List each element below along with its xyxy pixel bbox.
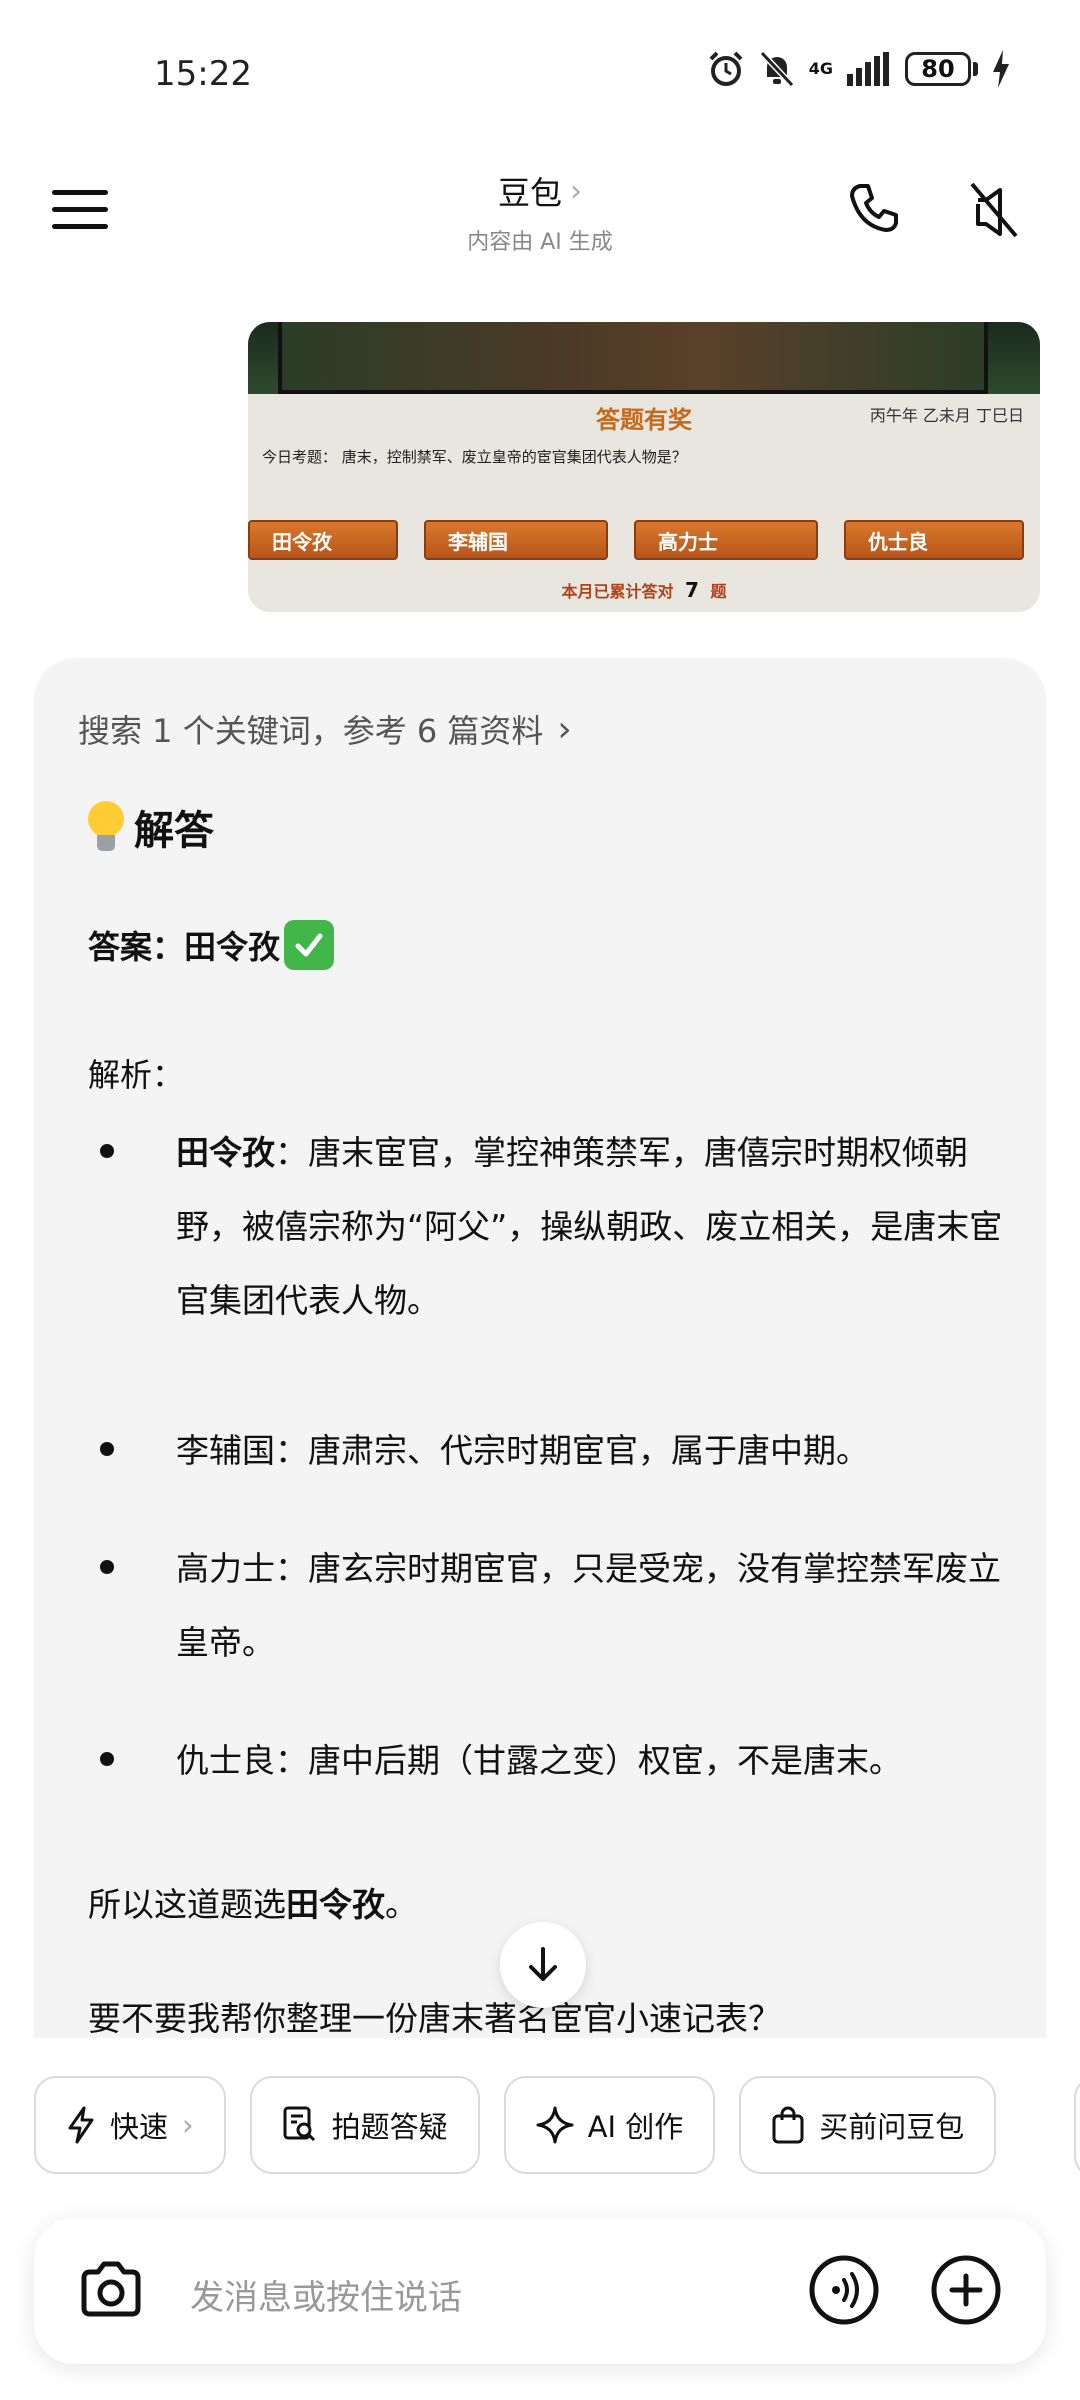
quick-actions: 快速 › 拍题答疑 AI 创作 买前问豆包 bbox=[34, 2076, 997, 2174]
plus-icon bbox=[931, 2255, 1001, 2325]
answer-line: 答案：田令孜 bbox=[88, 920, 335, 970]
status-time: 15:22 bbox=[154, 54, 252, 94]
quiz-date: 丙午年 乙未月 丁巳日 bbox=[869, 406, 1024, 425]
answer-card: 搜索 1 个关键词，参考 6 篇资料 › 解答 答案：田令孜 解析： 田令孜：唐… bbox=[34, 658, 1046, 2038]
followup-question: 要不要我帮你整理一份唐末著名宦官小速记表？ bbox=[88, 1999, 781, 2038]
scroll-to-bottom-button[interactable] bbox=[500, 1922, 586, 2008]
chip-fast-mode[interactable]: 快速 › bbox=[34, 2076, 226, 2174]
list-item: 田令孜：唐末宦官，掌控神策禁军，唐僖宗时期权倾朝野，被僖宗称为“阿父”，操纵朝政… bbox=[88, 1116, 1028, 1338]
list-item: 李辅国：唐肃宗、代宗时期宦官，属于唐中期。 bbox=[88, 1414, 1028, 1488]
chat-title: 豆包 bbox=[497, 174, 562, 212]
battery-icon: 80 bbox=[905, 52, 978, 86]
voice-call-button[interactable] bbox=[808, 2254, 880, 2330]
chip-ask-before-buy[interactable]: 买前问豆包 bbox=[739, 2076, 997, 2174]
shopping-bag-icon bbox=[772, 2106, 804, 2144]
answer-heading: 解答 bbox=[88, 798, 214, 856]
sparkle-icon bbox=[536, 2106, 574, 2144]
quiz-count: 本月已累计答对 7 题 bbox=[561, 578, 727, 602]
camera-icon bbox=[81, 2261, 141, 2317]
network-type: 4G bbox=[808, 59, 833, 78]
lightning-icon bbox=[68, 2106, 94, 2144]
light-bulb-icon bbox=[88, 801, 124, 853]
quiz-question: 今日考题： 唐末，控制禁军、废立皇帝的宦官集团代表人物是？ bbox=[262, 448, 687, 466]
message-input-bar[interactable]: 发消息或按住说话 bbox=[34, 2218, 1046, 2364]
message-input[interactable]: 发消息或按住说话 bbox=[190, 2270, 462, 2319]
photo-message[interactable]: 答题有奖 丙午年 乙未月 丁巳日 今日考题： 唐末，控制禁军、废立皇帝的宦官集团… bbox=[248, 322, 1040, 612]
list-item: 高力士：唐玄宗时期宦官，只是受宠，没有掌控禁军废立皇帝。 bbox=[88, 1532, 1028, 1680]
conclusion: 所以这道题选田令孜。 bbox=[88, 1885, 418, 1924]
call-button[interactable] bbox=[846, 180, 902, 240]
chat-title-area[interactable]: 豆包 › 内容由 AI 生成 bbox=[0, 168, 1080, 256]
camera-button[interactable] bbox=[76, 2256, 146, 2330]
voice-wave-icon bbox=[809, 2255, 879, 2325]
quiz-option: 田令孜 bbox=[248, 520, 398, 560]
quiz-option: 高力士 bbox=[634, 520, 818, 560]
check-mark-icon bbox=[284, 920, 335, 970]
chip-ai-create[interactable]: AI 创作 bbox=[503, 2076, 716, 2174]
analysis-label: 解析： bbox=[88, 1056, 185, 1094]
chip-overflow[interactable] bbox=[1074, 2076, 1080, 2178]
bell-muted-icon bbox=[759, 50, 794, 88]
speaker-mute-button[interactable] bbox=[966, 180, 1022, 244]
battery-level: 80 bbox=[905, 52, 971, 86]
chip-photo-question[interactable]: 拍题答疑 bbox=[249, 2076, 480, 2174]
status-icons: 4G 80 bbox=[707, 50, 1010, 88]
chevron-right-icon: › bbox=[557, 708, 572, 750]
search-references[interactable]: 搜索 1 个关键词，参考 6 篇资料 › bbox=[78, 706, 572, 752]
phone-icon bbox=[850, 184, 898, 232]
chevron-right-icon: › bbox=[570, 173, 582, 209]
list-item: 仇士良：唐中后期（甘露之变）权宦，不是唐末。 bbox=[88, 1724, 1028, 1798]
quiz-option: 仇士良 bbox=[844, 520, 1024, 560]
quiz-option: 李辅国 bbox=[424, 520, 608, 560]
signal-icon bbox=[847, 52, 889, 86]
chevron-right-icon: › bbox=[182, 2108, 194, 2142]
add-attachment-button[interactable] bbox=[930, 2254, 1002, 2330]
alarm-icon bbox=[709, 51, 743, 86]
charging-icon bbox=[993, 50, 1009, 88]
arrow-down-icon bbox=[529, 1947, 557, 1981]
ai-disclaimer: 内容由 AI 生成 bbox=[467, 230, 613, 255]
mute-icon bbox=[970, 182, 1018, 238]
photo-search-icon bbox=[283, 2106, 315, 2142]
